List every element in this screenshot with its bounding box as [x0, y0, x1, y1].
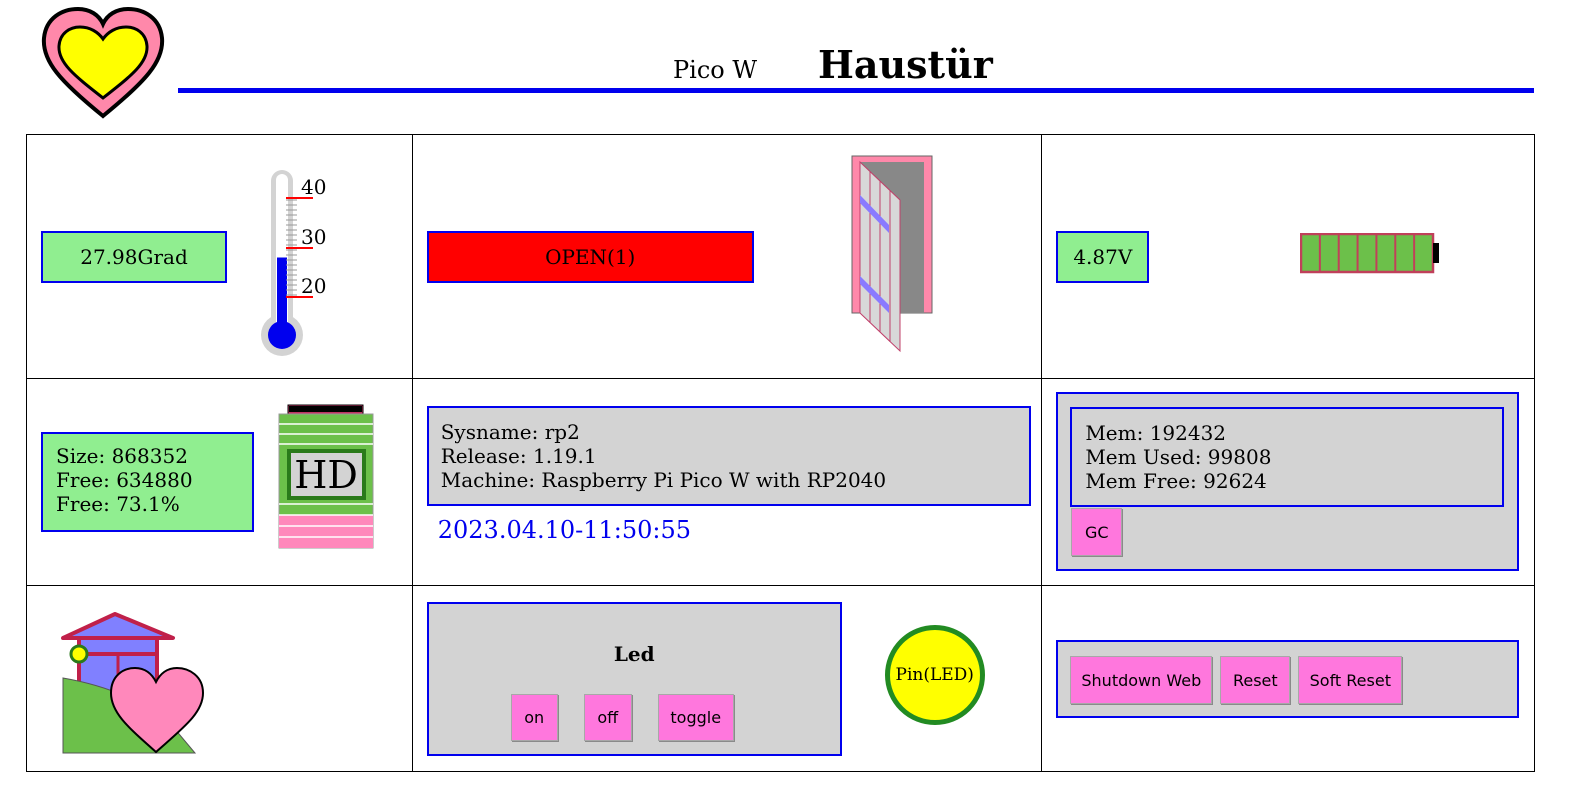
soft-reset-button[interactable]: Soft Reset: [1298, 656, 1403, 704]
thermo-tick-20: 20: [301, 274, 326, 298]
gc-button[interactable]: GC: [1071, 508, 1123, 556]
led-indicator: Pin(LED): [884, 625, 985, 725]
led-off-button[interactable]: off: [583, 694, 632, 741]
hard-disk-icon: HD: [278, 404, 374, 549]
system-release: Release: 1.19.1: [440, 444, 597, 468]
dashboard-grid: 27.98Grad 40 30 20 OPEN(1) 4.87V Size: 8…: [26, 134, 1535, 772]
led-title: Led: [613, 642, 655, 666]
system-sysname: Sysname: rp2: [440, 420, 580, 444]
reset-button[interactable]: Reset: [1220, 656, 1291, 704]
system-datetime: 2023.04.10-11:50:55: [437, 516, 692, 544]
temperature-value-text: 27.98Grad: [80, 245, 188, 269]
memory-panel: Mem: 192432 Mem Used: 99808 Mem Free: 92…: [1056, 392, 1520, 571]
controls-cell: Shutdown Web Reset Soft Reset: [1041, 585, 1535, 772]
door-state-text: OPEN(1): [545, 245, 636, 269]
page-title: Haustür: [818, 42, 993, 87]
title-underline: [178, 88, 1534, 93]
led-cell: Led on off toggle Pin(LED): [411, 585, 1043, 772]
system-info: Sysname: rp2 Release: 1.19.1 Machine: Ra…: [426, 406, 1031, 506]
thermo-tick-30: 30: [301, 225, 326, 249]
door-state: OPEN(1): [426, 231, 754, 283]
battery-icon: [1300, 233, 1440, 274]
storage-free-percent: Free: 73.1%: [56, 492, 180, 516]
voltage-value: 4.87V: [1056, 231, 1150, 283]
led-toggle-button[interactable]: toggle: [657, 694, 734, 741]
thermo-tick-40: 40: [301, 175, 326, 199]
storage-info: Size: 868352 Free: 634880 Free: 73.1%: [41, 432, 254, 532]
open-door-icon: [851, 155, 933, 353]
temperature-value: 27.98Grad: [41, 231, 227, 283]
house-heart-icon: [61, 612, 205, 754]
heart-logo-icon: [41, 6, 165, 119]
memory-cell: Mem: 192432 Mem Used: 99808 Mem Free: 92…: [1041, 378, 1535, 586]
device-name: Pico W: [673, 56, 758, 84]
memory-used: Mem Used: 99808: [1085, 445, 1272, 469]
led-panel: Led on off toggle: [426, 602, 842, 756]
storage-size: Size: 868352: [56, 444, 188, 468]
led-on-button[interactable]: on: [510, 694, 558, 741]
led-indicator-label: Pin(LED): [895, 665, 974, 685]
system-cell: Sysname: rp2 Release: 1.19.1 Machine: Ra…: [411, 378, 1043, 586]
system-machine: Machine: Raspberry Pi Pico W with RP2040: [440, 468, 887, 492]
house-cell: [26, 585, 413, 772]
voltage-value-text: 4.87V: [1073, 245, 1133, 269]
door-cell: OPEN(1): [411, 134, 1043, 379]
temperature-cell: 27.98Grad 40 30 20: [26, 134, 413, 379]
memory-free: Mem Free: 92624: [1085, 469, 1267, 493]
hard-disk-label: HD: [294, 453, 358, 497]
shutdown-web-button[interactable]: Shutdown Web: [1070, 656, 1213, 704]
thermometer-icon: 40 30 20: [261, 170, 326, 356]
storage-cell: Size: 868352 Free: 634880 Free: 73.1% HD: [26, 378, 413, 586]
memory-total: Mem: 192432: [1085, 421, 1227, 445]
storage-free: Free: 634880: [56, 468, 193, 492]
memory-info: Mem: 192432 Mem Used: 99808 Mem Free: 92…: [1070, 407, 1505, 507]
controls-panel: Shutdown Web Reset Soft Reset: [1056, 640, 1520, 718]
voltage-cell: 4.87V: [1041, 134, 1535, 379]
